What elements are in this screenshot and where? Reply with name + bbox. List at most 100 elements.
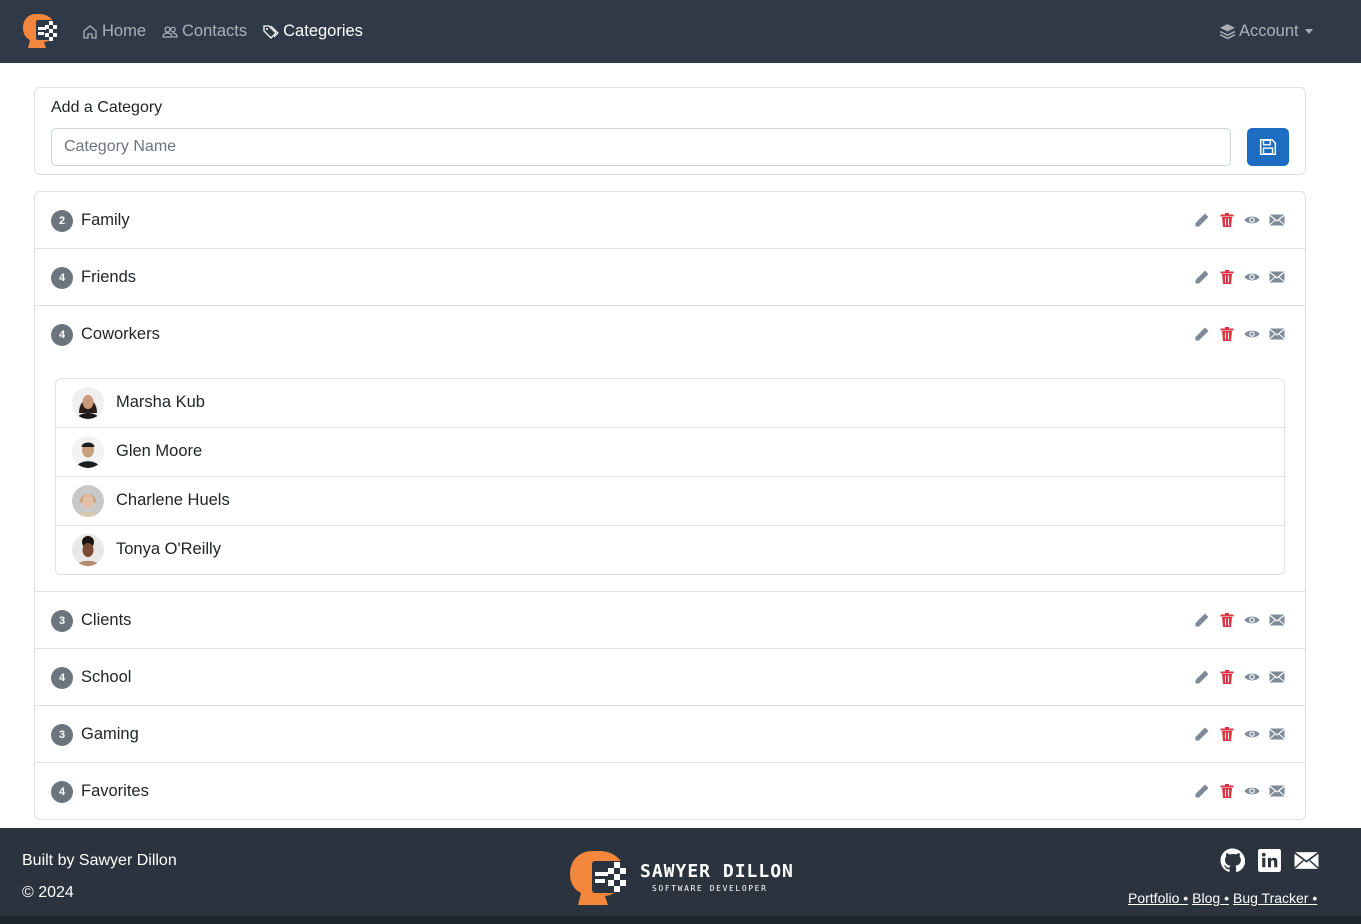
view-category-button[interactable] — [1243, 725, 1261, 743]
email-category-button[interactable] — [1268, 725, 1286, 743]
category-name[interactable]: Family — [81, 211, 130, 230]
view-category-button[interactable] — [1243, 782, 1261, 800]
view-category-button[interactable] — [1243, 325, 1261, 343]
delete-category-button[interactable] — [1218, 611, 1236, 629]
nav-home-label: Home — [102, 22, 147, 40]
contact-count-badge: 4 — [51, 324, 73, 346]
email-category-button[interactable] — [1268, 325, 1286, 343]
contact-count-badge: 3 — [51, 724, 73, 746]
pencil-icon — [1195, 613, 1209, 627]
edit-category-button[interactable] — [1193, 611, 1211, 629]
portfolio-link[interactable]: Portfolio • — [1128, 890, 1188, 906]
trash-icon — [1220, 670, 1234, 684]
footer-bottom-strip — [0, 916, 1361, 924]
envelope-icon[interactable] — [1294, 848, 1319, 878]
eye-icon — [1244, 616, 1260, 624]
email-category-button[interactable] — [1268, 782, 1286, 800]
view-category-button[interactable] — [1243, 211, 1261, 229]
email-category-button[interactable] — [1268, 268, 1286, 286]
eye-icon — [1244, 673, 1260, 681]
main-nav: Home Contacts Categories — [82, 0, 363, 63]
contact-list-item[interactable]: Marsha Kub — [56, 379, 1284, 428]
email-category-button[interactable] — [1268, 668, 1286, 686]
envelope-icon — [1269, 728, 1285, 740]
add-category-title: Add a Category — [51, 99, 163, 116]
contact-list-item[interactable]: Glen Moore — [56, 428, 1284, 477]
edit-category-button[interactable] — [1193, 725, 1211, 743]
delete-category-button[interactable] — [1218, 268, 1236, 286]
edit-category-button[interactable] — [1193, 668, 1211, 686]
category-actions — [1193, 782, 1286, 800]
people-icon — [162, 25, 178, 38]
category-name-input[interactable] — [51, 128, 1231, 166]
view-category-button[interactable] — [1243, 268, 1261, 286]
category-row: 4 Favorites — [35, 763, 1305, 819]
delete-category-button[interactable] — [1218, 211, 1236, 229]
brand-logo-icon[interactable] — [22, 12, 58, 50]
brand-subtitle: SOFTWARE DEVELOPER — [652, 884, 768, 893]
copyright-text: © 2024 — [22, 884, 74, 901]
delete-category-button[interactable] — [1218, 782, 1236, 800]
eye-icon — [1244, 730, 1260, 738]
category-contact-list: Marsha Kub Glen Moore Charlene Huels Ton… — [55, 378, 1285, 575]
contact-name: Glen Moore — [116, 442, 203, 460]
edit-category-button[interactable] — [1193, 325, 1211, 343]
delete-category-button[interactable] — [1218, 668, 1236, 686]
category-name[interactable]: Friends — [81, 268, 136, 287]
nav-contacts[interactable]: Contacts — [162, 22, 247, 41]
edit-category-button[interactable] — [1193, 782, 1211, 800]
category-row: 3 Clients — [35, 592, 1305, 649]
floppy-disk-icon — [1259, 138, 1277, 156]
email-category-button[interactable] — [1268, 211, 1286, 229]
category-name[interactable]: Gaming — [81, 725, 139, 744]
save-category-button[interactable] — [1247, 128, 1289, 166]
built-by-text: Built by Sawyer Dillon — [22, 852, 177, 869]
contact-count-badge: 4 — [51, 267, 73, 289]
page-footer: Built by Sawyer Dillon © 2024 SAWYER DIL… — [0, 828, 1361, 924]
account-dropdown[interactable]: Account — [1219, 0, 1313, 63]
view-category-button[interactable] — [1243, 668, 1261, 686]
category-name[interactable]: Coworkers — [81, 325, 160, 344]
delete-category-button[interactable] — [1218, 325, 1236, 343]
contact-list-item[interactable]: Tonya O'Reilly — [56, 526, 1284, 575]
contact-count-badge: 4 — [51, 781, 73, 803]
pencil-icon — [1195, 213, 1209, 227]
pencil-icon — [1195, 784, 1209, 798]
nav-categories[interactable]: Categories — [263, 22, 363, 41]
category-row: 2 Family — [35, 192, 1305, 249]
github-icon[interactable] — [1220, 848, 1246, 878]
blog-link[interactable]: Blog • — [1192, 890, 1229, 906]
category-name[interactable]: Clients — [81, 611, 131, 630]
house-icon — [83, 24, 97, 39]
category-name[interactable]: Favorites — [81, 782, 149, 801]
category-row: 3 Gaming — [35, 706, 1305, 763]
bug-tracker-link[interactable]: Bug Tracker • — [1233, 890, 1317, 906]
nav-home[interactable]: Home — [82, 22, 146, 41]
edit-category-button[interactable] — [1193, 268, 1211, 286]
category-actions — [1193, 668, 1286, 686]
trash-icon — [1220, 727, 1234, 741]
eye-icon — [1244, 273, 1260, 281]
trash-icon — [1220, 213, 1234, 227]
contact-list-item[interactable]: Charlene Huels — [56, 477, 1284, 526]
email-category-button[interactable] — [1268, 611, 1286, 629]
pencil-icon — [1195, 670, 1209, 684]
eye-icon — [1244, 787, 1260, 795]
edit-category-button[interactable] — [1193, 211, 1211, 229]
nav-contacts-label: Contacts — [182, 22, 248, 40]
nav-categories-label: Categories — [283, 22, 363, 40]
view-category-button[interactable] — [1243, 611, 1261, 629]
envelope-icon — [1269, 271, 1285, 283]
add-category-card: Add a Category — [34, 87, 1306, 175]
avatar — [72, 534, 104, 566]
tags-icon — [263, 24, 279, 39]
envelope-icon — [1269, 614, 1285, 626]
category-name[interactable]: School — [81, 668, 131, 687]
trash-icon — [1220, 327, 1234, 341]
avatar — [72, 387, 104, 419]
eye-icon — [1244, 330, 1260, 338]
linkedin-icon[interactable] — [1257, 848, 1282, 878]
pencil-icon — [1195, 270, 1209, 284]
delete-category-button[interactable] — [1218, 725, 1236, 743]
footer-links: Portfolio • Blog • Bug Tracker • — [1128, 890, 1321, 906]
